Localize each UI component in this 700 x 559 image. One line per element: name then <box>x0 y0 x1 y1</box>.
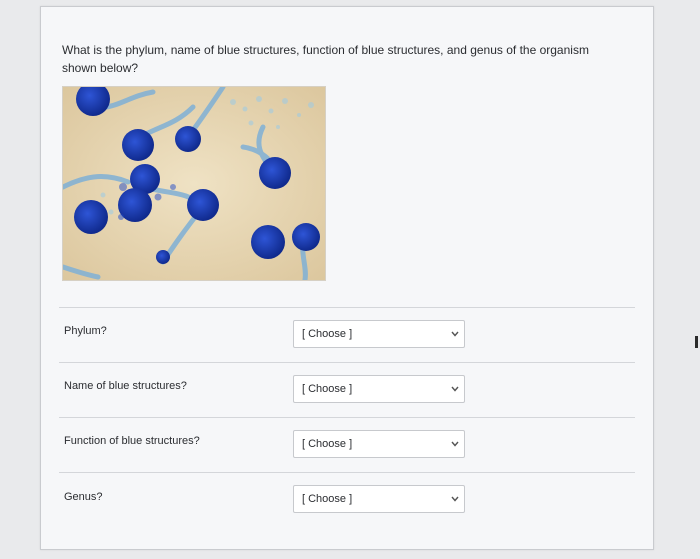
chevron-down-icon <box>451 496 459 502</box>
genus-select-value: [ Choose ] <box>302 493 353 505</box>
question-text: What is the phylum, name of blue structu… <box>62 43 589 75</box>
row-divider <box>59 362 635 363</box>
blue-structures-name-select-value: [ Choose ] <box>302 383 353 395</box>
blue-structures-name-label: Name of blue structures? <box>64 380 187 392</box>
blue-structures-function-label: Function of blue structures? <box>64 435 200 447</box>
row-divider <box>59 307 635 308</box>
blue-structures-function-select-value: [ Choose ] <box>302 438 353 450</box>
question-panel: What is the phylum, name of blue structu… <box>40 6 654 550</box>
chevron-down-icon <box>451 441 459 447</box>
chevron-down-icon <box>451 386 459 392</box>
row-divider <box>59 472 635 473</box>
window-edge-marker <box>695 336 698 348</box>
chevron-down-icon <box>451 331 459 337</box>
genus-select[interactable]: [ Choose ] <box>293 485 465 513</box>
micrograph-image <box>62 86 326 281</box>
blue-structures-function-select[interactable]: [ Choose ] <box>293 430 465 458</box>
blue-structures-name-select[interactable]: [ Choose ] <box>293 375 465 403</box>
genus-label: Genus? <box>64 491 103 503</box>
phylum-select[interactable]: [ Choose ] <box>293 320 465 348</box>
phylum-label: Phylum? <box>64 325 107 337</box>
row-divider <box>59 417 635 418</box>
phylum-select-value: [ Choose ] <box>302 328 353 340</box>
